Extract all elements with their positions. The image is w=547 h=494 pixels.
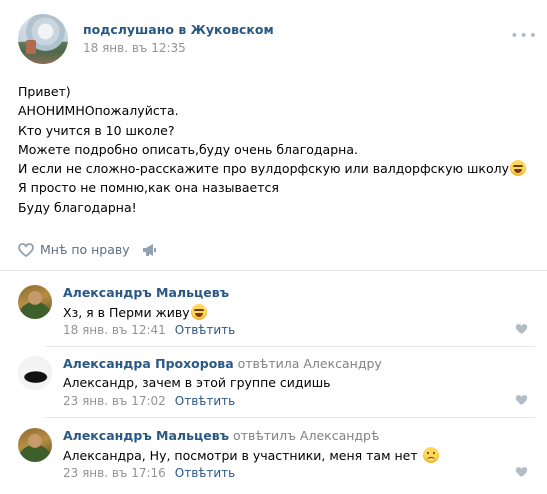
comment-text-line: Хз, я в Перми живу	[63, 304, 207, 320]
comment-item: Александръ Мальцевъ отвѣтилъ Александрѣ …	[18, 428, 538, 483]
comment-time[interactable]: 23 янв. въ 17:16	[63, 466, 166, 480]
post-line: И если не сложно-расскажите про вулдорфс…	[18, 161, 509, 177]
post-line: АНОНИМНОпожалуйста.	[18, 103, 179, 119]
reply-to-text[interactable]: отвѣтилъ Александрѣ	[233, 428, 379, 443]
author-name-link[interactable]: Александръ Мальцевъ	[63, 285, 229, 300]
comment-author-line: Александръ Мальцевъ отвѣтилъ Александрѣ	[63, 428, 379, 443]
post-header: подслушано в Жуковском 18 янв. въ 12:35 …	[18, 14, 538, 64]
comment-author-line: Александра Прохорова отвѣтила Александру	[63, 356, 382, 371]
comment-author-line: Александръ Мальцевъ	[63, 285, 229, 300]
heart-icon	[18, 242, 34, 257]
comment-item: Александръ Мальцевъ Хз, я в Перми живу 1…	[18, 285, 538, 340]
megaphone-icon[interactable]	[142, 243, 157, 257]
like-button[interactable]: Мнѣ по нраву	[18, 242, 130, 257]
post-line: Кто учится в 10 школе?	[18, 122, 175, 138]
sad-emoji-icon	[422, 447, 439, 463]
post-divider	[0, 270, 547, 271]
heart-icon[interactable]	[515, 466, 528, 478]
laughing-emoji-icon	[190, 304, 207, 320]
heart-icon[interactable]	[515, 323, 528, 335]
comment-divider	[45, 417, 535, 418]
post-text: Привет) АНОНИМНОпожалуйста. Кто учится в…	[18, 82, 538, 217]
avatar[interactable]	[18, 285, 52, 319]
laughing-emoji-icon	[509, 160, 526, 177]
post-line: Привет)	[18, 84, 71, 99]
comment-text: Александра, Ну, посмотри в участники, ме…	[63, 448, 418, 463]
post-line: Буду благодарна!	[18, 199, 137, 215]
like-label: Мнѣ по нраву	[40, 242, 130, 257]
post-line: Я просто не помню,как она называется	[18, 180, 279, 196]
post-line-with-emoji: И если не сложно-расскажите про вулдорфс…	[18, 159, 538, 178]
reply-button[interactable]: Отвѣтить	[175, 394, 235, 408]
author-name-link[interactable]: Александръ Мальцевъ	[63, 428, 229, 443]
heart-icon[interactable]	[515, 394, 528, 406]
comment-text: Хз, я в Перми живу	[63, 305, 190, 320]
comment-time[interactable]: 18 янв. въ 12:41	[63, 323, 166, 337]
author-name-link[interactable]: Александра Прохорова	[63, 356, 234, 371]
avatar[interactable]	[18, 356, 52, 390]
reply-button[interactable]: Отвѣтить	[175, 466, 235, 480]
post-actions: Мнѣ по нраву	[18, 241, 538, 263]
reply-to-text[interactable]: отвѣтила Александру	[238, 356, 382, 371]
reply-button[interactable]: Отвѣтить	[175, 323, 235, 337]
avatar[interactable]	[18, 428, 52, 462]
comment-item: Александра Прохорова отвѣтила Александру…	[18, 356, 538, 411]
comment-divider	[45, 346, 535, 347]
post-line: Можете подробно описать,буду очень благо…	[18, 141, 358, 157]
comment-text-line: Александра, Ну, посмотри в участники, ме…	[63, 447, 439, 463]
group-name-link[interactable]: подслушано в Жуковском	[83, 22, 274, 37]
group-avatar[interactable]	[18, 14, 68, 64]
comment-meta: 18 янв. въ 12:41 Отвѣтить	[63, 323, 235, 337]
comment-meta: 23 янв. въ 17:16 Отвѣтить	[63, 466, 235, 480]
more-dots-icon[interactable]: •••	[510, 28, 538, 44]
post-time[interactable]: 18 янв. въ 12:35	[83, 41, 186, 55]
comment-text: Александр, зачем в этой группе сидишь	[63, 375, 331, 390]
comment-time[interactable]: 23 янв. въ 17:02	[63, 394, 166, 408]
comment-meta: 23 янв. въ 17:02 Отвѣтить	[63, 394, 235, 408]
